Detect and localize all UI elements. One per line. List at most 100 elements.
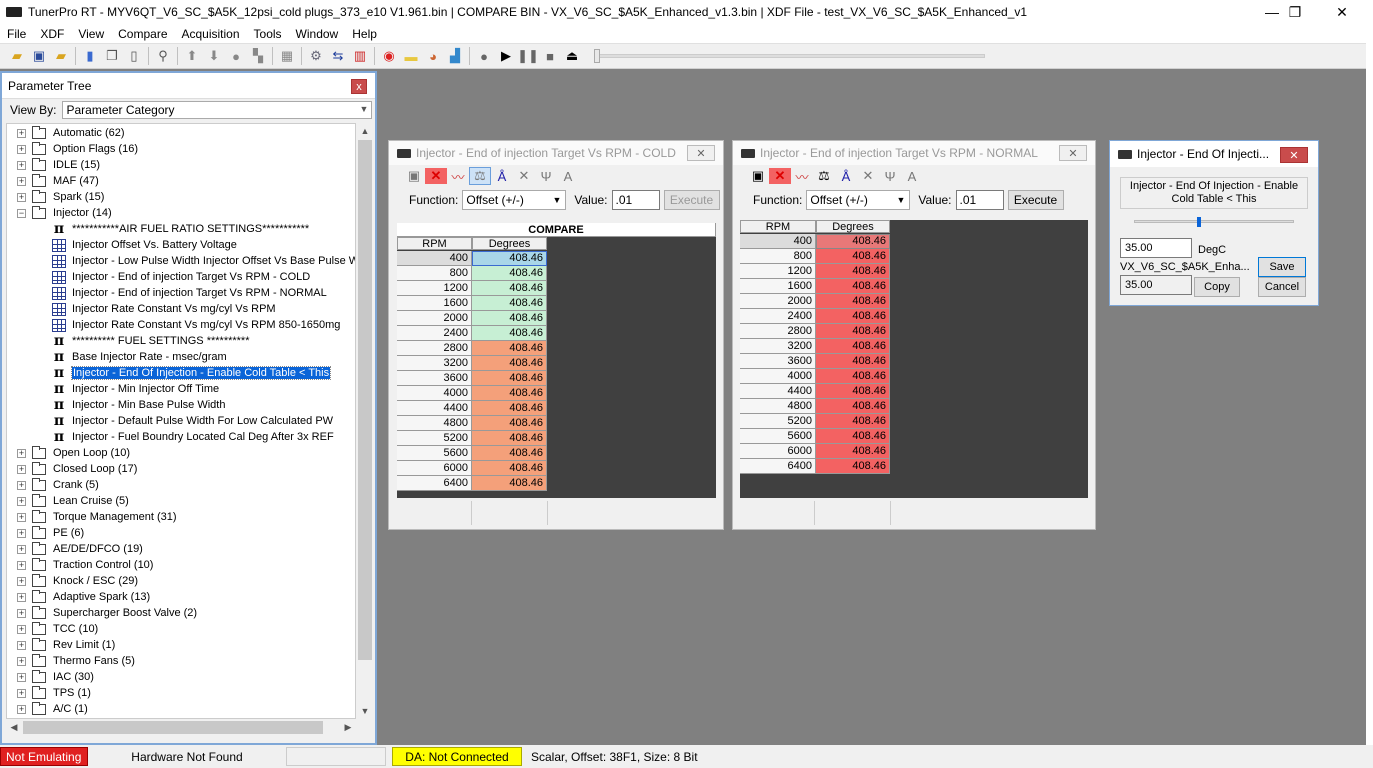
degrees-cell[interactable]: 408.46 [816,324,890,339]
tree-item[interactable]: + Thermo Fans (5) [17,653,135,669]
tree-item[interactable]: + Automatic (62) [17,125,125,141]
tree-item[interactable]: π ********** FUEL SETTINGS ********** [52,333,250,349]
graph-icon[interactable]: 〰 [447,167,469,186]
arrow-down-icon[interactable]: ⬇ [203,45,225,67]
degrees-cell[interactable]: 408.46 [816,354,890,369]
menu-view[interactable]: View [71,27,111,41]
tree-item[interactable]: π Injector - Fuel Boundry Located Cal Deg… [52,429,334,445]
scalar-window-close-button[interactable]: ✕ [1280,147,1308,163]
copy-icon[interactable]: ❐ [101,45,123,67]
chip-icon[interactable]: ▦ [276,45,298,67]
tree-item[interactable]: + Adaptive Spark (13) [17,589,150,605]
expand-icon[interactable]: + [17,144,26,154]
degrees-cell[interactable]: 408.46 [472,251,547,266]
copy-button[interactable]: Copy [1194,277,1240,297]
save-button[interactable]: Save [1258,257,1306,277]
degrees-cell[interactable]: 408.46 [472,266,547,281]
font-a-icon[interactable]: A [901,169,923,184]
delete-icon[interactable]: ✕ [425,168,447,184]
compare-icon[interactable]: ⚖ [813,168,835,184]
degrees-cell[interactable]: 408.46 [472,416,547,431]
scroll-right-icon[interactable]: ▶ [340,719,356,736]
notepad-icon[interactable]: ▬ [400,45,422,67]
tree-item[interactable]: + Open Loop (10) [17,445,130,461]
fork-icon[interactable]: Ψ [879,169,901,184]
slider-thumb[interactable] [1197,217,1201,227]
degrees-cell[interactable]: 408.46 [472,326,547,341]
expand-icon[interactable]: + [17,688,26,698]
cross-x-icon[interactable]: ✕ [857,168,879,184]
cross-x-icon[interactable]: ✕ [513,168,535,184]
tree-item[interactable]: Injector - Low Pulse Width Injector Offs… [52,253,355,269]
value-input[interactable]: .01 [611,190,660,210]
degrees-cell[interactable]: 408.46 [472,476,547,491]
degrees-cell[interactable]: 408.46 [816,384,890,399]
pages-icon[interactable]: ▚ [247,45,269,67]
degrees-cell[interactable]: 408.46 [472,401,547,416]
degrees-cell[interactable]: 408.46 [472,341,547,356]
degrees-cell[interactable]: 408.46 [816,339,890,354]
tree-item[interactable]: Injector Rate Constant Vs mg/cyl Vs RPM [52,301,276,317]
pause-icon[interactable]: ❚❚ [517,45,539,67]
degrees-cell[interactable]: 408.46 [816,279,890,294]
expand-icon[interactable]: + [17,496,26,506]
degrees-cell[interactable]: 408.46 [472,461,547,476]
graph-icon[interactable]: 〰 [791,167,813,186]
load-bin-icon[interactable]: ▮ [79,45,101,67]
menu-window[interactable]: Window [289,27,346,41]
play-icon[interactable]: ▶ [495,45,517,67]
compare-icon[interactable]: ⚖ [469,167,491,185]
tree-item[interactable]: Injector - End of injection Target Vs RP… [52,285,327,301]
degrees-cell[interactable]: 408.46 [816,399,890,414]
tree-item[interactable]: + TPS (1) [17,685,91,701]
tree-item[interactable]: + A/C (1) [17,701,88,717]
scroll-thumb[interactable] [23,721,323,734]
collapse-icon[interactable]: − [17,208,26,218]
expand-icon[interactable]: + [17,176,26,186]
save-icon[interactable]: ▣ [747,168,769,184]
degrees-cell[interactable]: 408.46 [472,371,547,386]
degrees-cell[interactable]: 408.46 [816,264,890,279]
tree-item[interactable]: + Lean Cruise (5) [17,493,129,509]
tree-item[interactable]: Injector Offset Vs. Battery Voltage [52,237,237,253]
degrees-cell[interactable]: 408.46 [816,459,890,474]
function-select[interactable]: Offset (+/-) ▼ [806,190,911,210]
degrees-cell[interactable]: 408.46 [816,249,890,264]
degrees-cell[interactable]: 408.46 [816,309,890,324]
open-xdf-icon[interactable]: ▰ [50,45,72,67]
expand-icon[interactable]: + [17,672,26,682]
tree-item[interactable]: + PE (6) [17,525,84,541]
degrees-cell[interactable]: 408.46 [472,431,547,446]
degrees-cell[interactable]: 408.46 [472,356,547,371]
tree-item[interactable]: + Traction Control (10) [17,557,153,573]
cancel-button[interactable]: Cancel [1258,277,1306,297]
view-by-select[interactable]: Parameter Category ▼ [62,101,373,119]
expand-icon[interactable]: + [17,640,26,650]
tree-item[interactable]: Injector Rate Constant Vs mg/cyl Vs RPM … [52,317,340,333]
tree-item[interactable]: + IAC (30) [17,669,94,685]
playback-slider[interactable] [594,49,985,63]
degrees-cell[interactable]: 408.46 [816,369,890,384]
expand-icon[interactable]: + [17,512,26,522]
tree-item[interactable]: Injector - End of injection Target Vs RP… [52,269,310,285]
tree-item[interactable]: + Spark (15) [17,189,104,205]
tree-item[interactable]: + Option Flags (16) [17,141,138,157]
menu-acquisition[interactable]: Acquisition [175,27,247,41]
expand-icon[interactable]: + [17,528,26,538]
tree-item[interactable]: π ***********AIR FUEL RATIO SETTINGS*****… [52,221,309,237]
circle-icon[interactable]: ● [225,45,247,67]
fork-icon[interactable]: Ψ [535,169,557,184]
scroll-left-icon[interactable]: ◀ [6,719,22,736]
connect-icon[interactable]: ⚙ [305,45,327,67]
open-folder-icon[interactable]: ▰ [6,45,28,67]
menu-xdf[interactable]: XDF [33,27,71,41]
expand-icon[interactable]: + [17,624,26,634]
save-icon[interactable]: ▣ [28,45,50,67]
degrees-cell[interactable]: 408.46 [472,311,547,326]
tree-item[interactable]: + Supercharger Boost Valve (2) [17,605,197,621]
maximize-button[interactable]: ❐ [1272,0,1318,24]
degrees-cell[interactable]: 408.46 [816,414,890,429]
normal-window-close-button[interactable]: ✕ [1059,145,1087,161]
tree-item[interactable]: + TCC (10) [17,621,98,637]
expand-icon[interactable]: + [17,704,26,714]
